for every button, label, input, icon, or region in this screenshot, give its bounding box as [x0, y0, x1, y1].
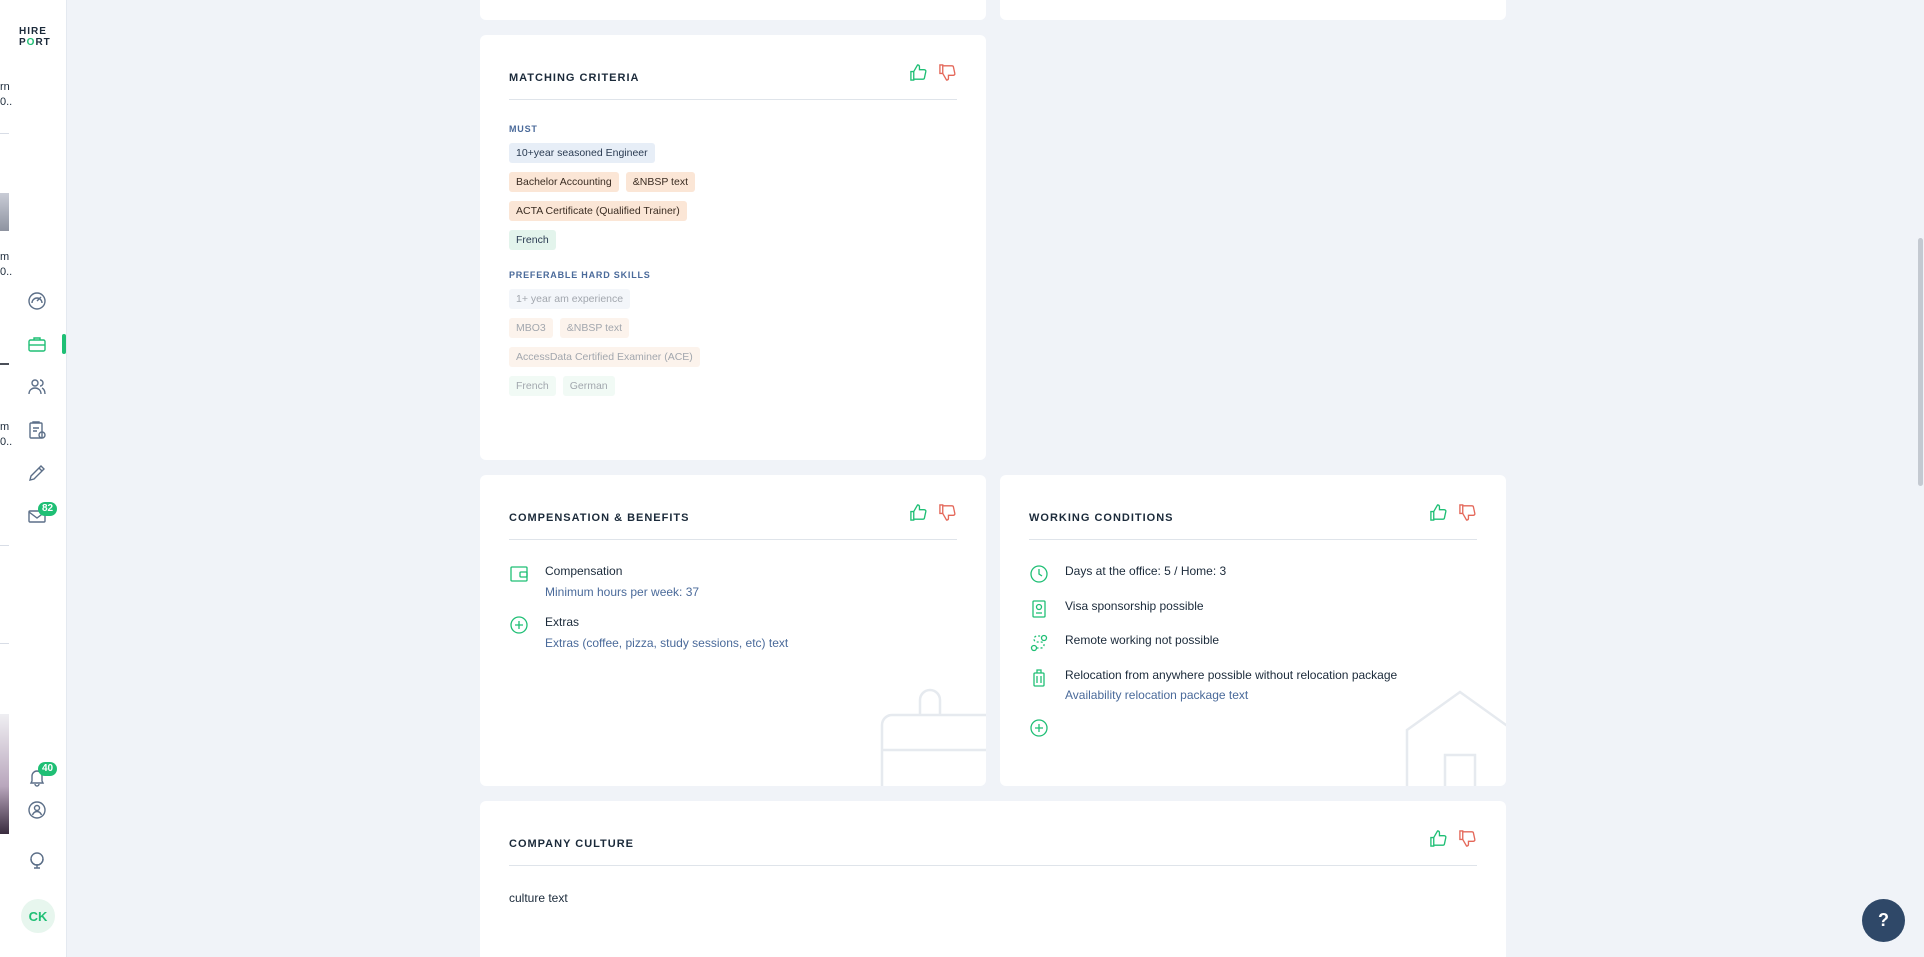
must-label: MUST: [509, 124, 538, 134]
user-avatar[interactable]: CK: [21, 899, 55, 933]
chip-row: French: [509, 230, 700, 250]
peek-text: 0..: [0, 96, 13, 108]
card-header: MATCHING CRITERIA: [509, 35, 957, 100]
thumbs-down-icon[interactable]: [938, 503, 957, 522]
jobs-briefcase-icon[interactable]: [26, 333, 48, 355]
dashboard-gauge-icon[interactable]: [26, 290, 48, 312]
card-title: MATCHING CRITERIA: [509, 72, 640, 84]
thumbs-up-icon[interactable]: [909, 63, 928, 82]
working-conditions-card: WORKING CONDITIONS Days at the office: 5…: [1000, 475, 1506, 786]
chip-row: 1+ year am experience: [509, 289, 700, 309]
relocation-item: Relocation from anywhere possible withou…: [1029, 668, 1397, 703]
clipboard-check-icon[interactable]: [26, 419, 48, 441]
pencil-icon[interactable]: [26, 462, 48, 484]
chip-row: 10+year seasoned Engineer: [509, 143, 700, 163]
item-subtitle: Availability relocation package text: [1065, 688, 1249, 702]
item-title: Remote working not possible: [1065, 633, 1220, 647]
scrollbar-thumb[interactable]: [1918, 238, 1923, 486]
peek-text: 0..: [0, 436, 13, 448]
card-top-right-partial: [1000, 0, 1506, 20]
logo-line-1: HIRE: [19, 26, 47, 37]
skill-chip: Bachelor Accounting: [509, 172, 619, 192]
house-watermark-icon: [1405, 690, 1506, 786]
thumbs-down-icon[interactable]: [938, 63, 957, 82]
item-subtitle: Extras (coffee, pizza, study sessions, e…: [545, 636, 789, 650]
peek-divider: [0, 133, 9, 134]
card-top-left-partial: [480, 0, 986, 20]
card-header: COMPENSATION & BENEFITS: [509, 475, 957, 540]
wallet-icon: [510, 566, 528, 582]
item-title: Relocation from anywhere possible withou…: [1065, 668, 1398, 682]
card-header: COMPANY CULTURE: [509, 801, 1477, 866]
office-days-item: Days at the office: 5 / Home: 3: [1029, 564, 1226, 584]
chip-row: MBO3 &NBSP text: [509, 318, 700, 338]
compensation-card: COMPENSATION & BENEFITS Compensation Min…: [480, 475, 986, 786]
peek-image: [0, 714, 9, 834]
chip-row: French German: [509, 376, 700, 396]
company-culture-card: COMPANY CULTURE culture text: [480, 801, 1506, 957]
thumbs-up-icon[interactable]: [1429, 829, 1448, 848]
chip-row: AccessData Certified Examiner (ACE): [509, 347, 700, 367]
extras-item: Extras Extras (coffee, pizza, study sess…: [509, 615, 788, 651]
item-title: Extras: [545, 615, 580, 629]
skill-chip: 10+year seasoned Engineer: [509, 143, 655, 163]
skill-chip: MBO3: [509, 318, 553, 338]
logo-line-2: PORT: [19, 37, 51, 48]
active-nav-indicator: [62, 334, 66, 354]
globe-icon[interactable]: [26, 849, 48, 871]
peek-divider: [0, 643, 9, 644]
briefcase-watermark-icon: [880, 688, 986, 786]
preferable-label: PREFERABLE HARD SKILLS: [509, 270, 651, 280]
item-title: Days at the office: 5 / Home: 3: [1065, 564, 1227, 578]
thumbs-up-icon[interactable]: [1429, 503, 1448, 522]
notifications-badge: 40: [38, 762, 58, 776]
chip-row: Bachelor Accounting &NBSP text: [509, 172, 700, 192]
item-title: Visa sponsorship possible: [1065, 599, 1204, 613]
skill-chip: &NBSP text: [625, 172, 695, 192]
peek-divider: [0, 545, 9, 546]
skill-chip: French: [509, 230, 556, 250]
thumbs-down-icon[interactable]: [1458, 503, 1477, 522]
must-section: MUST 10+year seasoned Engineer Bachelor A…: [509, 124, 700, 405]
peek-text: 0..: [0, 266, 13, 278]
messages-badge: 82: [38, 502, 58, 516]
skill-chip: ACTA Certificate (Qualified Trainer): [509, 201, 687, 221]
culture-text: culture text: [509, 891, 568, 905]
user-sync-icon[interactable]: [26, 799, 48, 821]
clock-icon: [1030, 565, 1048, 583]
visa-item: Visa sponsorship possible: [1029, 599, 1204, 619]
hireport-logo[interactable]: HIRE PORT: [19, 26, 57, 48]
card-title: COMPANY CULTURE: [509, 838, 634, 850]
matching-criteria-card: MATCHING CRITERIA MUST 10+year seasoned …: [480, 35, 986, 460]
compensation-item: Compensation Minimum hours per week: 37: [509, 564, 699, 600]
card-title: WORKING CONDITIONS: [1029, 512, 1174, 524]
card-title: COMPENSATION & BENEFITS: [509, 512, 690, 524]
peek-text: m: [0, 421, 10, 433]
skill-chip: AccessData Certified Examiner (ACE): [509, 347, 700, 367]
remote-item: Remote working not possible: [1029, 633, 1219, 653]
skill-chip: 1+ year am experience: [509, 289, 631, 309]
chip-row: ACTA Certificate (Qualified Trainer): [509, 201, 700, 221]
skill-chip: French: [509, 376, 556, 396]
skill-chip: German: [562, 376, 615, 396]
passport-icon: [1032, 600, 1046, 618]
peek-text: rn: [0, 81, 10, 93]
peek-text: m: [0, 251, 10, 263]
add-condition-plus-icon[interactable]: [1029, 718, 1049, 738]
thumbs-up-icon[interactable]: [909, 503, 928, 522]
peek-divider: [0, 363, 9, 365]
plus-circle-icon: [510, 616, 528, 634]
peek-image: [0, 193, 9, 231]
luggage-icon: [1033, 669, 1045, 687]
item-subtitle: Minimum hours per week: 37: [545, 585, 700, 599]
candidates-people-icon[interactable]: [26, 376, 48, 398]
skill-chip: &NBSP text: [559, 318, 630, 338]
sidebar: HIRE PORT rn 0.. m 0.. m 0.. 82 40 CK: [0, 0, 67, 957]
card-header: WORKING CONDITIONS: [1029, 475, 1477, 540]
thumbs-down-icon[interactable]: [1458, 829, 1477, 848]
item-title: Compensation: [545, 564, 623, 578]
route-icon: [1030, 634, 1048, 652]
page-scrollbar[interactable]: [1916, 0, 1924, 957]
help-button[interactable]: ?: [1862, 899, 1905, 942]
